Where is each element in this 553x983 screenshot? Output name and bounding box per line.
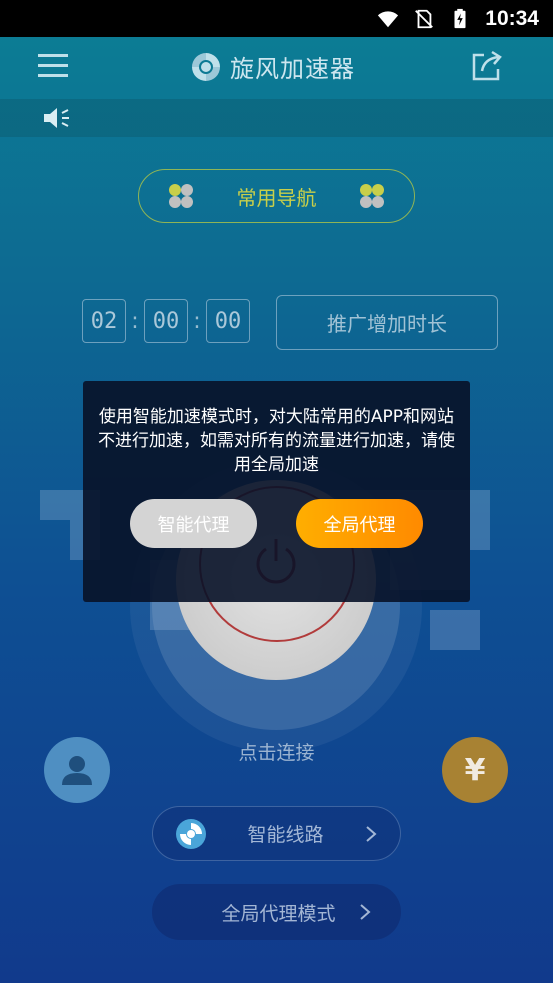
status-time: 10:34 — [485, 6, 539, 30]
timer-separator: : — [193, 308, 201, 334]
dialog-message: 使用智能加速模式时，对大陆常用的APP和网站不进行加速，如需对所有的流量进行加速… — [98, 407, 455, 475]
menu-icon[interactable] — [38, 51, 68, 81]
recharge-button[interactable]: ¥ — [442, 737, 508, 803]
global-proxy-button[interactable]: 全局代理 — [296, 499, 423, 548]
wifi-icon — [378, 10, 399, 27]
logo-icon — [176, 818, 206, 849]
speaker-icon — [44, 108, 69, 128]
app-title: 旋风加速器 — [230, 55, 355, 83]
app-title-group: 旋风加速器 — [190, 49, 355, 84]
user-profile-button[interactable] — [44, 737, 110, 803]
timer-minutes: 00 — [144, 299, 188, 343]
timer-separator: : — [131, 308, 139, 334]
remaining-time: 02 : 00 : 00 — [82, 299, 250, 343]
timer-seconds: 00 — [206, 299, 250, 343]
chevron-right-icon — [366, 825, 377, 842]
common-nav-label: 常用导航 — [236, 185, 317, 210]
status-bar: 10:34 — [0, 0, 553, 37]
route-label: 智能线路 — [247, 824, 324, 846]
notice-bar — [0, 99, 553, 137]
logo-icon — [192, 52, 220, 81]
battery-charging-icon — [454, 8, 466, 28]
proxy-mode-selector[interactable]: 全局代理模式 — [152, 884, 401, 940]
yuan-icon: ¥ — [464, 752, 486, 788]
smart-proxy-button[interactable]: 智能代理 — [130, 499, 257, 548]
app-bar: 旋风加速器 — [0, 37, 553, 99]
timer-hours: 02 — [82, 299, 126, 343]
share-icon[interactable] — [470, 49, 504, 83]
extend-time-button[interactable]: 推广增加时长 — [276, 295, 498, 350]
route-selector[interactable]: 智能线路 — [152, 806, 401, 861]
proxy-mode-dialog: 使用智能加速模式时，对大陆常用的APP和网站不进行加速，如需对所有的流量进行加速… — [83, 381, 470, 602]
common-nav-button[interactable]: 常用导航 — [138, 169, 415, 223]
clover-icon — [169, 184, 193, 208]
user-icon — [62, 756, 92, 785]
no-sim-icon — [415, 9, 434, 28]
chevron-right-icon — [359, 904, 371, 920]
proxy-mode-label: 全局代理模式 — [221, 902, 336, 925]
clover-icon — [360, 184, 384, 208]
